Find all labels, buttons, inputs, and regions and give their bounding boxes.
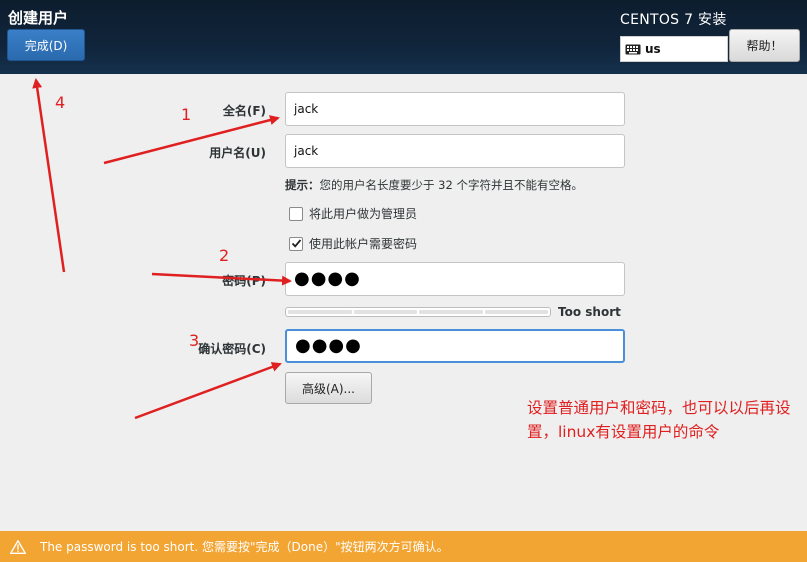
warning-text: The password is too short. 您需要按"完成（Done）…	[40, 540, 449, 554]
arrow-3	[134, 362, 282, 420]
annotation-number-4: 4	[55, 93, 66, 112]
annotation-note: 设置普通用户和密码，也可以以后再设置，linux有设置用户的命令	[527, 399, 791, 441]
arrow-1	[103, 115, 280, 165]
annotation-number-3: 3	[189, 331, 200, 350]
annotation-number-1: 1	[181, 105, 192, 124]
annotation-number-2: 2	[219, 246, 230, 265]
arrow-2	[151, 272, 292, 286]
warning-icon	[10, 539, 26, 554]
warning-bar[interactable]: The password is too short. 您需要按"完成（Done）…	[0, 531, 807, 562]
annotation-arrows	[32, 78, 292, 420]
